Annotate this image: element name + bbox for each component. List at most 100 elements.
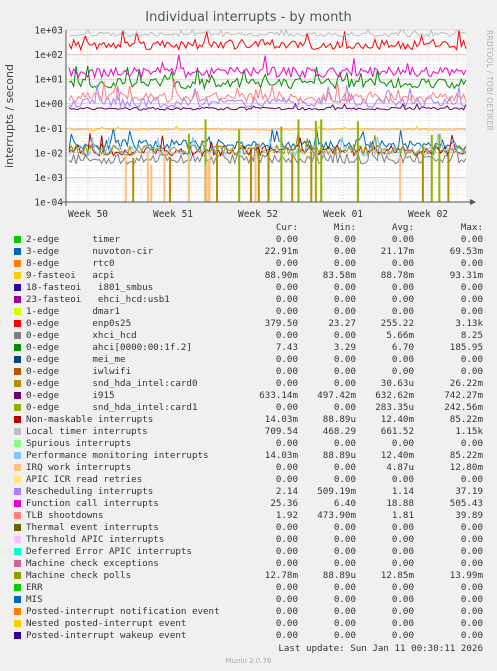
legend-value: 3.29 [333, 342, 356, 353]
legend-header: Avg: [391, 222, 414, 233]
legend-value: 0.00 [391, 354, 414, 365]
legend-row: 3-edge nuvoton-cir 22.91m 0.00 21.17m 69.53m [0, 246, 497, 258]
legend-swatch [14, 272, 21, 279]
y-tick-label: 1e-02 [34, 148, 63, 159]
legend-value: 88.89u [322, 414, 356, 425]
legend-swatch [14, 404, 21, 411]
legend-value: 0.00 [333, 234, 356, 245]
legend-series-name: Posted-interrupt wakeup event [26, 630, 187, 641]
legend-swatch [14, 476, 21, 483]
legend-row: 9-fasteoi acpi 88.90m 83.58m 88.78m 93.31m [0, 270, 497, 282]
spike-mark [208, 153, 211, 202]
legend-value: 0.00 [275, 594, 298, 605]
spike-mark [238, 129, 241, 202]
legend-swatch [14, 392, 21, 399]
legend-value: 0.00 [391, 438, 414, 449]
legend-value: 242.56m [444, 402, 483, 413]
legend-series-name: TLB shootdowns [26, 510, 104, 521]
legend-series-name: Nested posted-interrupt event [26, 618, 187, 629]
chart-plot: 1e-04 1e-03 1e-02 1e-01 1e+00 1e+01 1e+02 1e+03… [3, 26, 476, 220]
legend-row: Rescheduling interrupts 2.14 509.19m 1.14 37… [0, 486, 497, 498]
legend-value: 0.00 [275, 558, 298, 569]
legend-value: 0.00 [391, 582, 414, 593]
spike-mark [399, 156, 402, 202]
y-axis-ticks: 1e-04 1e-03 1e-02 1e-01 1e+00 1e+01 1e+02 1e+03 [34, 26, 63, 209]
legend-value: 0.00 [333, 354, 356, 365]
legend-value: 0.00 [333, 306, 356, 317]
legend-value: 14.03m [264, 450, 298, 461]
spike-mark [169, 157, 172, 202]
legend-series-name: 23-fasteoi ehci_hcd:usb1 [26, 294, 170, 305]
legend-swatch [14, 320, 21, 327]
legend-value: 85.22m [449, 450, 483, 461]
legend-value: 0.00 [333, 294, 356, 305]
legend-swatch [14, 308, 21, 315]
legend-header: Max: [460, 222, 483, 233]
legend-row: 0-edge iwlwifi 0.00 0.00 0.00 0.00 [0, 366, 497, 378]
legend-value: 0.00 [275, 582, 298, 593]
legend-row: Machine check exceptions 0.00 0.00 0.00 0.00 [0, 558, 497, 570]
legend-value: 0.00 [333, 546, 356, 557]
legend-swatch [14, 416, 21, 423]
legend-swatch [14, 236, 21, 243]
legend-row: IRQ work interrupts 0.00 0.00 4.87u 12.80m [0, 462, 497, 474]
legend-value: 0.00 [275, 546, 298, 557]
legend-value: 185.95 [449, 342, 483, 353]
legend-value: 18.88 [386, 498, 414, 509]
legend-series-name: Performance monitoring interrupts [26, 450, 209, 461]
legend-row: Nested posted-interrupt event 0.00 0.00 0.0… [0, 618, 497, 630]
legend-row: Threshold APIC interrupts 0.00 0.00 0.00 0.0… [0, 534, 497, 546]
legend-value: 23.27 [328, 318, 356, 329]
legend-swatch [14, 368, 21, 375]
legend-value: 37.19 [455, 486, 483, 497]
legend-value: 0.00 [333, 462, 356, 473]
legend-value: 0.00 [275, 282, 298, 293]
legend-value: 12.40m [380, 414, 414, 425]
legend-series-name: 18-fasteoi i801_smbus [26, 282, 154, 293]
legend-value: 0.00 [391, 366, 414, 377]
legend-value: 468.29 [322, 426, 356, 437]
spike-mark [267, 148, 270, 202]
legend-value: 505.43 [449, 498, 483, 509]
legend-value: 25.36 [270, 498, 298, 509]
legend-series-name: Non-maskable interrupts [26, 414, 154, 425]
legend-series-name: 0-edge ahci[0000:00:1f.2] [26, 342, 192, 353]
legend-value: 0.00 [275, 366, 298, 377]
spike-mark [187, 153, 190, 202]
legend-row: Deferred Error APIC interrupts 0.00 0.00 0.… [0, 546, 497, 558]
spike-mark [280, 126, 283, 202]
legend-value: 5.66m [386, 330, 414, 341]
legend-swatch [14, 380, 21, 387]
spike-mark [314, 120, 317, 202]
legend-value: 0.00 [333, 606, 356, 617]
legend-header-row: Cur: Min: Avg: Max: [0, 222, 497, 234]
spike-mark [132, 157, 135, 202]
legend-series-name: MIS [26, 594, 43, 605]
legend-value: 0.00 [275, 474, 298, 485]
legend-value: 0.00 [275, 330, 298, 341]
legend-row: 0-edge mei_me 0.00 0.00 0.00 0.00 [0, 354, 497, 366]
legend-swatch [14, 260, 21, 267]
legend-value: 12.40m [380, 450, 414, 461]
legend-swatch [14, 548, 21, 555]
legend-value: 1.81 [391, 510, 414, 521]
legend-value: 0.00 [333, 558, 356, 569]
spike-mark [438, 134, 441, 202]
legend-value: 1.15k [455, 426, 483, 437]
y-tick-label: 1e+01 [34, 75, 63, 86]
y-tick-label: 1e+00 [34, 99, 63, 110]
legend-value: 0.00 [275, 234, 298, 245]
legend-value: 4.87u [386, 462, 414, 473]
legend-row: 0-edge ahci[0000:00:1f.2] 7.43 3.29 6.70 185… [0, 342, 497, 354]
legend-value: 0.00 [333, 366, 356, 377]
spike-mark [291, 152, 294, 202]
legend-row: 0-edge snd_hda_intel:card1 0.00 0.00 283.35… [0, 402, 497, 414]
legend-row: 2-edge timer 0.00 0.00 0.00 0.00 [0, 234, 497, 246]
legend-series-name: 0-edge mei_me [26, 354, 126, 365]
legend-series-name: 0-edge i915 [26, 390, 115, 401]
legend-series-name: 0-edge snd_hda_intel:card1 [26, 402, 198, 413]
legend-value: 497.42m [317, 390, 356, 401]
legend-series-name: Thermal event interrupts [26, 522, 159, 533]
legend-value: 0.00 [333, 246, 356, 257]
spike-mark [430, 134, 433, 202]
